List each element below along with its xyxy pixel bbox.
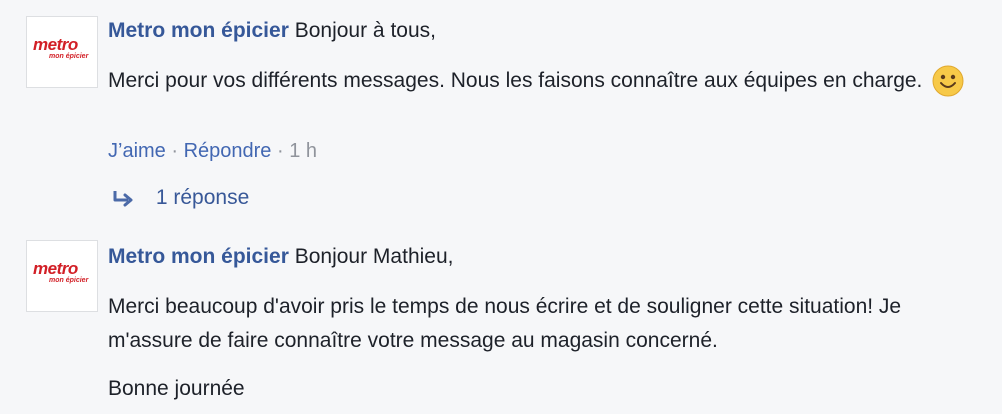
comment-paragraph: Merci pour vos différents messages. Nous… bbox=[108, 69, 923, 92]
timestamp[interactable]: 1 h bbox=[289, 140, 317, 162]
replies-count-label: 1 réponse bbox=[155, 186, 250, 209]
reply-arrow-icon bbox=[113, 191, 133, 207]
view-replies-button[interactable]: 1 réponse bbox=[112, 186, 249, 210]
avatar[interactable]: metro mon épicier bbox=[26, 240, 98, 312]
like-link[interactable]: J’aime bbox=[108, 140, 166, 162]
comment-paragraph: Merci beaucoup d'avoir pris le temps de … bbox=[108, 295, 902, 352]
reply-link[interactable]: Répondre bbox=[184, 140, 272, 162]
smiley-icon bbox=[932, 65, 964, 97]
metro-logo-text: metro bbox=[33, 35, 78, 54]
comment-greeting: Bonjour à tous, bbox=[294, 19, 436, 42]
comment-header: Metro mon épicier Bonjour à tous, bbox=[108, 14, 988, 48]
separator: · bbox=[271, 140, 290, 162]
metro-logo-subtext: mon épicier bbox=[49, 277, 89, 284]
comment-closing: Bonne journée bbox=[108, 377, 245, 400]
metro-logo-subtext: mon épicier bbox=[49, 53, 89, 60]
comment-greeting: Bonjour Mathieu, bbox=[294, 245, 454, 268]
author-link[interactable]: Metro mon épicier bbox=[108, 19, 289, 42]
separator: · bbox=[165, 140, 184, 162]
comment-actions: J’aime · Répondre · 1 h bbox=[108, 140, 317, 163]
metro-logo-text: metro bbox=[33, 259, 78, 278]
comment-header: Metro mon épicier Bonjour Mathieu, bbox=[108, 240, 988, 274]
avatar[interactable]: metro mon épicier bbox=[26, 16, 98, 88]
author-link[interactable]: Metro mon épicier bbox=[108, 245, 289, 268]
comment-paragraph-wrap: Merci pour vos différents messages. Nous… bbox=[108, 64, 988, 98]
